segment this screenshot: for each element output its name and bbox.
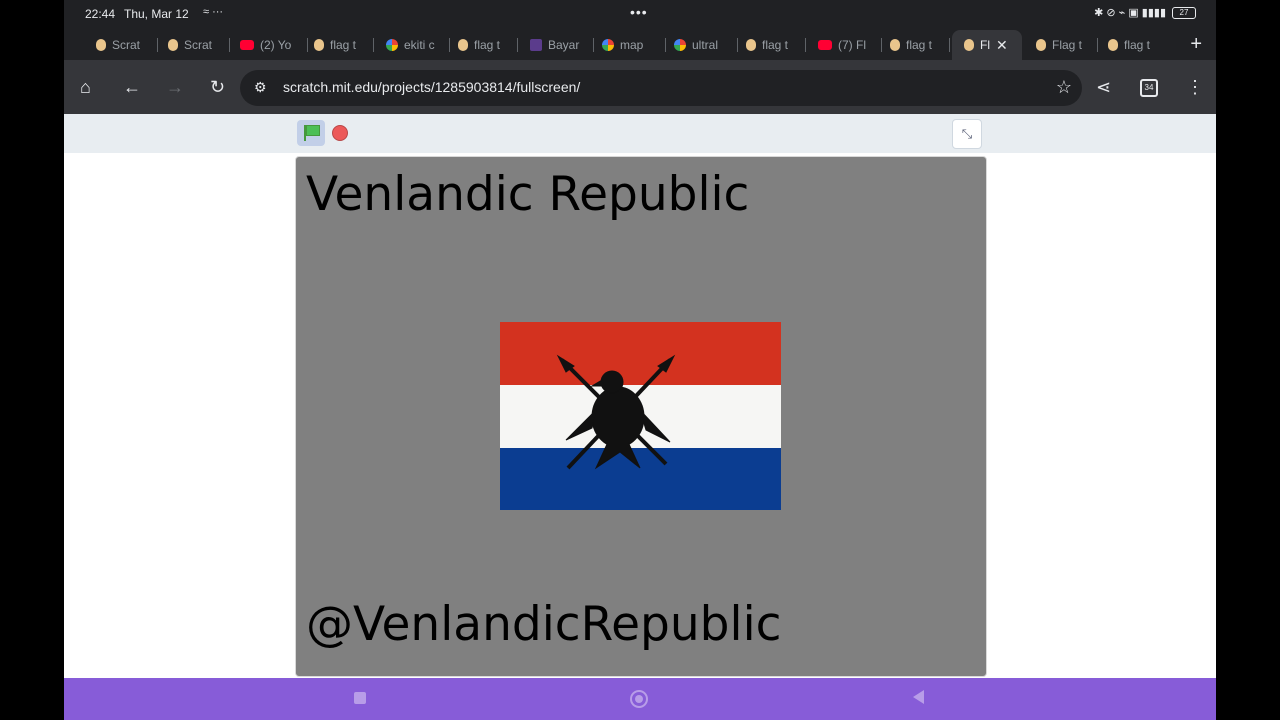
scratch-cat-icon: [746, 39, 756, 51]
exit-fullscreen-icon: ⤡: [961, 126, 973, 141]
tab-strip: Scrat Scrat (2) Yo flag t ekiti c flag t…: [64, 30, 1216, 60]
back-icon[interactable]: ←: [123, 77, 141, 97]
project-stage[interactable]: Venlandic Republic @VenlandicRepublic: [295, 156, 987, 677]
multiwindow-dots-icon[interactable]: •••: [630, 4, 648, 20]
exit-fullscreen-button[interactable]: ⤡: [952, 119, 982, 149]
green-flag-button[interactable]: [297, 120, 325, 146]
url-text[interactable]: scratch.mit.edu/projects/1285903814/full…: [283, 79, 580, 95]
forward-icon[interactable]: →: [166, 77, 184, 97]
reload-icon[interactable]: ↻: [210, 77, 225, 97]
share-icon[interactable]: ⋖: [1096, 77, 1111, 97]
android-nav-bar: [64, 678, 1216, 720]
notification-icons: ≈ ···: [203, 6, 224, 18]
tab-label: ekiti c: [404, 38, 435, 52]
tablet-screen: 22:44 Thu, Mar 12 ≈ ··· ••• ✱ ⊘ ⌁ ▣ ▮▮▮▮…: [64, 0, 1216, 720]
back-triangle-icon[interactable]: [913, 690, 924, 704]
browser-tab[interactable]: Scrat: [96, 30, 158, 60]
browser-tab[interactable]: (2) Yo: [240, 30, 308, 60]
scratch-cat-icon: [96, 39, 106, 51]
tab-label: (7) Fl: [838, 38, 866, 52]
web-page: ⤡ Venlandic Republic @VenlandicRepublic: [64, 114, 1216, 678]
scratch-cat-icon: [890, 39, 900, 51]
tab-label: flag t: [474, 38, 501, 52]
site-settings-icon[interactable]: ⚙: [254, 79, 267, 96]
tab-label: Scrat: [112, 38, 141, 52]
tab-label: Flag t: [1052, 38, 1083, 52]
tab-label: ultral: [692, 38, 719, 52]
browser-tab[interactable]: map: [602, 30, 666, 60]
home-circle-icon[interactable]: [630, 690, 648, 708]
tab-label: flag t: [330, 38, 357, 52]
bookmark-star-icon[interactable]: ☆: [1056, 77, 1072, 98]
browser-toolbar: ⌂ ← → ↻ ⚙ scratch.mit.edu/projects/12859…: [64, 60, 1216, 114]
scratch-cat-icon: [1036, 39, 1046, 51]
tab-label: Fl: [980, 38, 990, 52]
menu-kebab-icon[interactable]: ⋮: [1186, 77, 1204, 97]
browser-tab[interactable]: Bayar: [530, 30, 594, 60]
browser-tab[interactable]: (7) Fl: [818, 30, 882, 60]
close-tab-icon[interactable]: ✕: [996, 37, 1008, 54]
browser-tab-active[interactable]: Fl ✕: [952, 30, 1022, 60]
browser-tab[interactable]: flag t: [746, 30, 806, 60]
new-tab-button[interactable]: +: [1190, 33, 1202, 56]
browser-tab[interactable]: flag t: [890, 30, 950, 60]
scratch-player-controls: ⤡: [64, 114, 1216, 153]
tab-label: Scrat: [184, 38, 213, 52]
tab-label: Bayar: [548, 38, 580, 52]
browser-tab[interactable]: Flag t: [1036, 30, 1098, 60]
stage-title: Venlandic Republic: [306, 167, 750, 222]
tab-label: flag t: [906, 38, 933, 52]
scratch-cat-icon: [458, 39, 468, 51]
browser-tab[interactable]: flag t: [1108, 30, 1168, 60]
address-bar[interactable]: ⚙ scratch.mit.edu/projects/1285903814/fu…: [240, 70, 1082, 106]
recents-icon[interactable]: [354, 692, 366, 704]
status-time: 22:44: [85, 7, 116, 21]
tab-label: map: [620, 38, 644, 52]
status-date: Thu, Mar 12: [124, 7, 189, 21]
scratch-cat-icon: [964, 39, 974, 51]
tab-label: flag t: [1124, 38, 1151, 52]
youtube-icon: [240, 40, 254, 50]
tab-label: (2) Yo: [260, 38, 292, 52]
system-tray: ✱ ⊘ ⌁ ▣ ▮▮▮▮ 27: [1094, 6, 1196, 19]
stage-handle-text: @VenlandicRepublic: [306, 597, 782, 652]
google-icon: [386, 39, 398, 51]
stop-button[interactable]: [332, 125, 348, 141]
scratch-cat-icon: [1108, 39, 1118, 51]
status-bar: 22:44 Thu, Mar 12 ≈ ··· ••• ✱ ⊘ ⌁ ▣ ▮▮▮▮…: [64, 0, 1216, 28]
browser-tab[interactable]: Scrat: [168, 30, 230, 60]
scratch-cat-icon: [168, 39, 178, 51]
google-icon: [602, 39, 614, 51]
scratch-cat-icon: [314, 39, 324, 51]
tab-switcher-button[interactable]: 34: [1140, 79, 1158, 97]
browser-tab[interactable]: ultral: [674, 30, 738, 60]
youtube-icon: [818, 40, 832, 50]
browser-tab[interactable]: flag t: [314, 30, 374, 60]
tab-label: flag t: [762, 38, 789, 52]
home-icon[interactable]: ⌂: [80, 77, 91, 97]
system-status-icons: ✱ ⊘ ⌁ ▣ ▮▮▮▮: [1094, 7, 1166, 19]
browser-tab[interactable]: flag t: [458, 30, 518, 60]
battery-icon: 27: [1172, 6, 1196, 19]
browser-tab[interactable]: ekiti c: [386, 30, 450, 60]
google-icon: [674, 39, 686, 51]
site-icon: [530, 39, 542, 51]
venlandic-flag: [500, 322, 781, 510]
